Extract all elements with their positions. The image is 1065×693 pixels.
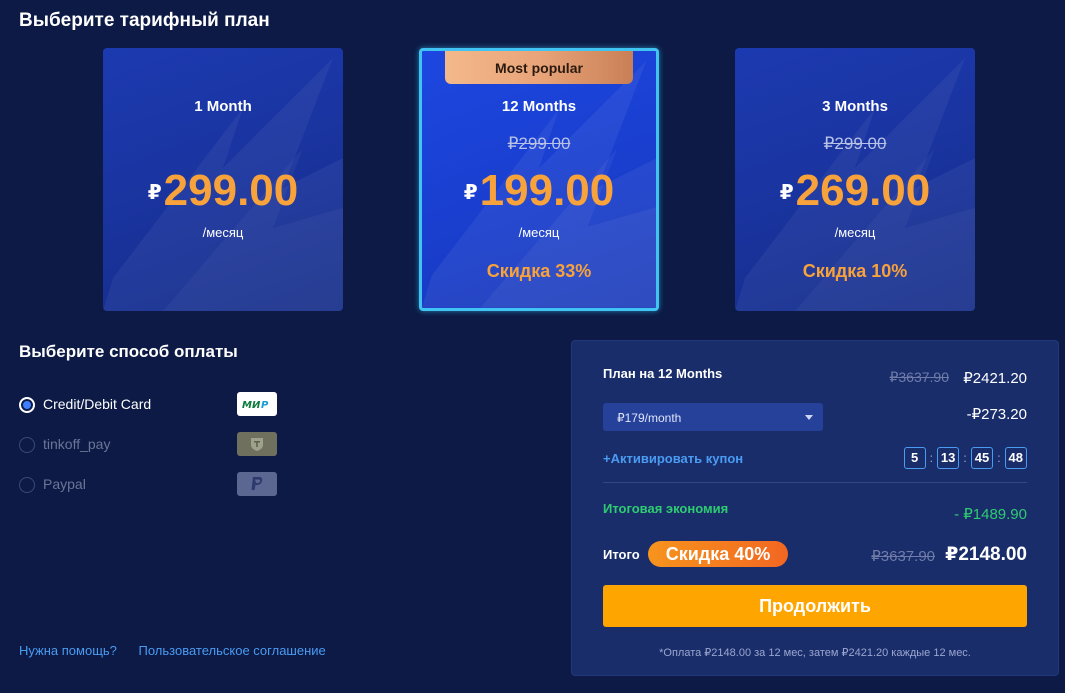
plan-name: 12 Months <box>501 98 577 115</box>
radio-selected-icon[interactable] <box>19 397 35 413</box>
radio-icon[interactable] <box>19 437 35 453</box>
timer-seconds: 48 <box>1004 447 1027 469</box>
mir-logo-icon: МИ Р <box>237 392 277 416</box>
plan-old-price: ₽299.00 <box>823 134 887 153</box>
plan-price: ₽299.00 <box>147 166 299 215</box>
billing-select[interactable]: ₽179/month <box>603 403 823 431</box>
billing-select-value: ₽179/month <box>617 411 682 425</box>
plan-card-1-month[interactable]: 1 Month ₽299.00 /месяц <box>103 48 343 311</box>
payment-method-label: tinkoff_pay <box>43 436 111 452</box>
svg-text:Р: Р <box>261 400 269 410</box>
most-popular-badge: Most popular <box>445 51 633 84</box>
help-link[interactable]: Нужна помощь? <box>19 643 117 658</box>
total-old-price: ₽3637.90 <box>871 548 935 565</box>
timer-minutes: 45 <box>970 447 994 469</box>
summary-plan: План на 12 Months <box>603 366 723 381</box>
plan-period: /месяц <box>518 225 560 240</box>
footer-links: Нужна помощь? Пользовательское соглашени… <box>19 643 344 658</box>
page-title: Выберите тарифный план <box>19 10 270 31</box>
order-summary: План на 12 Months ₽3637.90 ₽2421.20 ₽179… <box>571 340 1059 676</box>
plan-name: 1 Month <box>194 98 252 115</box>
payment-method-label: Credit/Debit Card <box>43 396 152 412</box>
plan-discount: Скидка 10% <box>802 261 908 281</box>
plan-card-3-months[interactable]: 3 Months ₽299.00 ₽269.00 /месяц Скидка 1… <box>735 48 975 311</box>
plan-card-12-months[interactable]: Most popular 12 Months ₽299.00 ₽199.00 /… <box>419 48 659 311</box>
summary-deduction: -₽273.20 <box>966 406 1027 423</box>
saving-value: - ₽1489.90 <box>954 506 1027 523</box>
plan-period: /месяц <box>834 225 876 240</box>
plan-name: 3 Months <box>822 98 888 115</box>
total-label: Итого <box>603 547 640 562</box>
paypal-p-icon <box>251 477 263 490</box>
divider <box>603 482 1027 483</box>
mir-logo-mark: МИ Р <box>242 400 269 410</box>
summary-price: ₽2421.20 <box>963 370 1027 387</box>
radio-icon[interactable] <box>19 477 35 493</box>
countdown-timer: 5 : 13 : 45 : 48 <box>903 447 1027 469</box>
plan-period: /месяц <box>202 225 244 240</box>
paypal-logo-icon <box>237 472 277 496</box>
plan-price: ₽269.00 <box>779 166 931 215</box>
svg-text:МИ: МИ <box>242 400 261 410</box>
timer-days: 5 <box>903 447 926 469</box>
payment-title: Выберите способ оплаты <box>19 342 238 361</box>
summary-old-price: ₽3637.90 <box>889 369 949 385</box>
total-discount-badge: Скидка 40% <box>648 541 788 567</box>
total-price: ₽2148.00 <box>945 544 1027 565</box>
tinkoff-logo-icon <box>237 432 277 456</box>
tinkoff-shield-icon <box>251 438 263 451</box>
payment-footnote: *Оплата ₽2148.00 за 12 мес, затем ₽2421.… <box>659 647 971 659</box>
plan-old-price: ₽299.00 <box>507 134 571 153</box>
plan-discount: Скидка 33% <box>486 261 592 281</box>
activate-coupon-link[interactable]: +Активировать купон <box>603 451 743 466</box>
continue-button[interactable]: Продолжить <box>603 585 1027 627</box>
payment-method-tinkoff[interactable]: tinkoff_pay <box>19 432 279 458</box>
saving-label: Итоговая экономия <box>603 501 729 516</box>
payment-method-label: Paypal <box>43 476 86 492</box>
agreement-link[interactable]: Пользовательское соглашение <box>139 643 326 658</box>
plan-price: ₽199.00 <box>463 166 615 215</box>
chevron-down-icon <box>805 415 813 420</box>
payment-method-paypal[interactable]: Paypal <box>19 472 279 498</box>
payment-method-card[interactable]: Credit/Debit Card МИ Р <box>19 392 279 418</box>
timer-hours: 13 <box>936 447 960 469</box>
